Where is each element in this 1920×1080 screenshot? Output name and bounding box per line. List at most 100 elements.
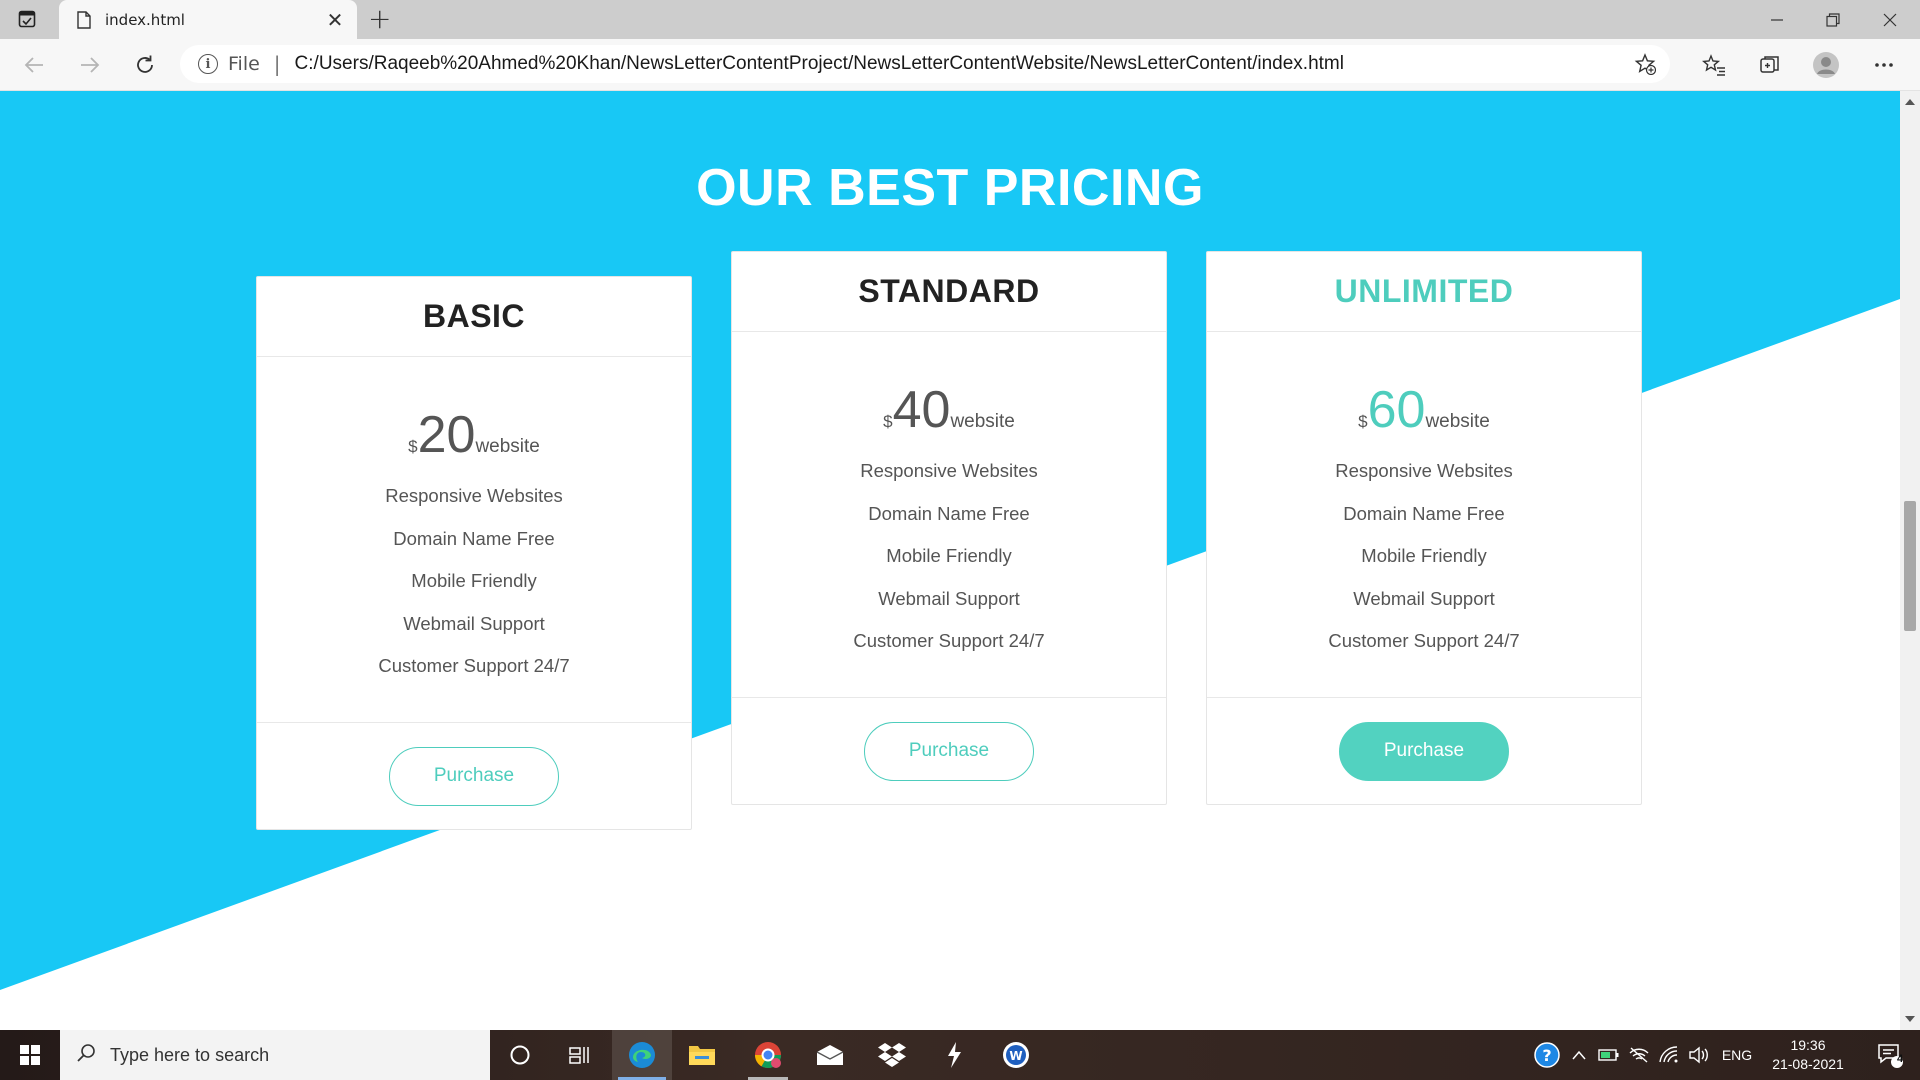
- purchase-button-unlimited[interactable]: Purchase: [1339, 721, 1509, 781]
- back-icon[interactable]: [20, 51, 48, 79]
- plan-feature: Mobile Friendly: [1361, 545, 1487, 566]
- plan-feature: Customer Support 24/7: [1328, 630, 1520, 651]
- minimize-button[interactable]: [1749, 0, 1805, 39]
- browser-tab[interactable]: index.html ✕: [59, 0, 357, 39]
- plan-footer: Purchase: [257, 723, 691, 829]
- clock-time: 19:36: [1790, 1037, 1826, 1053]
- windows-taskbar: Type here to search W ? ENG 19:36 21-08-…: [0, 1030, 1920, 1080]
- add-favorite-icon[interactable]: [1634, 53, 1657, 76]
- scrollbar-thumb[interactable]: [1904, 501, 1916, 631]
- plan-feature: Domain Name Free: [1343, 502, 1505, 524]
- plan-feature: Webmail Support: [878, 587, 1020, 609]
- new-tab-button[interactable]: +: [368, 3, 391, 35]
- price-amount: 40: [892, 381, 951, 439]
- scroll-up-arrow-icon[interactable]: [1905, 99, 1915, 105]
- svg-text:?: ?: [1542, 1046, 1551, 1065]
- plan-feature: Responsive Websites: [860, 460, 1038, 481]
- plan-feature: Customer Support 24/7: [378, 655, 570, 676]
- plan-feature: Mobile Friendly: [411, 570, 537, 591]
- tab-title: index.html: [105, 10, 185, 29]
- wifi-icon[interactable]: [1654, 1046, 1684, 1064]
- close-tab-icon[interactable]: ✕: [325, 8, 345, 32]
- notification-center-icon[interactable]: 4: [1860, 1030, 1920, 1080]
- plan-name: UNLIMITED: [1207, 252, 1641, 332]
- page-scrollbar[interactable]: [1900, 91, 1920, 1030]
- purchase-button-standard[interactable]: Purchase: [864, 721, 1034, 781]
- refresh-icon[interactable]: [131, 51, 159, 79]
- plan-feature: Domain Name Free: [393, 527, 555, 549]
- dropbox-icon[interactable]: [862, 1030, 922, 1080]
- svg-text:W: W: [1009, 1049, 1022, 1063]
- plan-body: $ 20 website Responsive Websites Domain …: [257, 357, 691, 723]
- plan-feature: Customer Support 24/7: [853, 630, 1045, 651]
- vscode-icon[interactable]: [924, 1030, 984, 1080]
- clock-date: 21-08-2021: [1772, 1056, 1844, 1072]
- language-indicator[interactable]: ENG: [1714, 1047, 1760, 1063]
- windows-start-icon[interactable]: [0, 1030, 60, 1080]
- plan-name: STANDARD: [732, 252, 1166, 332]
- mail-icon[interactable]: [800, 1030, 860, 1080]
- plan-feature: Domain Name Free: [868, 502, 1030, 524]
- battery-icon[interactable]: [1594, 1048, 1624, 1062]
- system-tray: ? ENG: [1530, 1030, 1760, 1080]
- taskbar-search-box[interactable]: Type here to search: [60, 1030, 490, 1080]
- help-icon[interactable]: ?: [1530, 1041, 1564, 1069]
- plan-price: $ 60 website: [1207, 384, 1641, 436]
- plan-feature: Webmail Support: [403, 612, 545, 634]
- site-info-icon[interactable]: i: [198, 54, 218, 74]
- plan-feature: Mobile Friendly: [886, 545, 1012, 566]
- plan-price: $ 20 website: [257, 409, 691, 461]
- word-icon[interactable]: W: [986, 1030, 1046, 1080]
- task-view-icon[interactable]: [550, 1030, 610, 1080]
- chrome-icon[interactable]: [738, 1030, 798, 1080]
- price-currency: $: [1358, 412, 1368, 431]
- plan-feature: Responsive Websites: [1335, 460, 1513, 481]
- price-unit: website: [1425, 411, 1490, 432]
- close-window-button[interactable]: [1862, 0, 1918, 39]
- collections-icon[interactable]: [1756, 51, 1784, 79]
- plan-body: $ 60 website Responsive Websites Domain …: [1207, 332, 1641, 698]
- forward-icon[interactable]: [76, 51, 104, 79]
- price-unit: website: [950, 411, 1015, 432]
- profile-avatar-icon[interactable]: [1812, 51, 1840, 79]
- pricing-section-title: OUR BEST PRICING: [696, 159, 1204, 217]
- tab-actions-icon[interactable]: [16, 8, 38, 30]
- file-explorer-icon[interactable]: [672, 1030, 732, 1080]
- address-url[interactable]: C:/Users/Raqeeb%20Ahmed%20Khan/NewsLette…: [295, 53, 1344, 75]
- edge-icon[interactable]: [612, 1030, 672, 1080]
- restore-button[interactable]: [1805, 0, 1861, 39]
- pricing-card-unlimited: UNLIMITED $ 60 website Responsive Websit…: [1206, 251, 1642, 805]
- plan-price: $ 40 website: [732, 384, 1166, 436]
- plan-footer: Purchase: [1207, 698, 1641, 804]
- price-amount: 60: [1367, 381, 1426, 439]
- cortana-icon[interactable]: [490, 1030, 550, 1080]
- plan-feature: Responsive Websites: [385, 485, 563, 506]
- plan-body: $ 40 website Responsive Websites Domain …: [732, 332, 1166, 698]
- plan-feature: Webmail Support: [1353, 587, 1495, 609]
- address-bar[interactable]: i File | C:/Users/Raqeeb%20Ahmed%20Khan/…: [180, 45, 1670, 83]
- scroll-down-arrow-icon[interactable]: [1905, 1016, 1915, 1022]
- document-icon: [75, 10, 93, 30]
- page-viewport: OUR BEST PRICING BASIC $ 20 website Resp…: [0, 91, 1900, 1030]
- more-options-icon[interactable]: [1870, 51, 1898, 79]
- volume-icon[interactable]: [1684, 1046, 1714, 1064]
- taskbar-clock[interactable]: 19:36 21-08-2021: [1760, 1036, 1856, 1074]
- network-off-icon[interactable]: [1624, 1047, 1654, 1063]
- browser-nav-bar: i File | C:/Users/Raqeeb%20Ahmed%20Khan/…: [0, 39, 1920, 91]
- favorites-icon[interactable]: [1700, 51, 1728, 79]
- address-separator: |: [273, 52, 281, 76]
- search-icon: [76, 1043, 96, 1067]
- show-hidden-icons-icon[interactable]: [1564, 1050, 1594, 1060]
- notification-count: 4: [1896, 1053, 1904, 1065]
- plan-name: BASIC: [257, 277, 691, 357]
- plan-footer: Purchase: [732, 698, 1166, 804]
- price-currency: $: [408, 437, 418, 456]
- search-placeholder: Type here to search: [110, 1044, 270, 1065]
- pricing-card-basic: BASIC $ 20 website Responsive Websites D…: [256, 276, 692, 830]
- browser-tab-bar: index.html ✕ +: [0, 0, 1920, 39]
- price-amount: 20: [417, 406, 476, 464]
- price-unit: website: [475, 436, 540, 457]
- address-scheme-label: File: [228, 53, 260, 75]
- purchase-button-basic[interactable]: Purchase: [389, 746, 559, 806]
- price-currency: $: [883, 412, 893, 431]
